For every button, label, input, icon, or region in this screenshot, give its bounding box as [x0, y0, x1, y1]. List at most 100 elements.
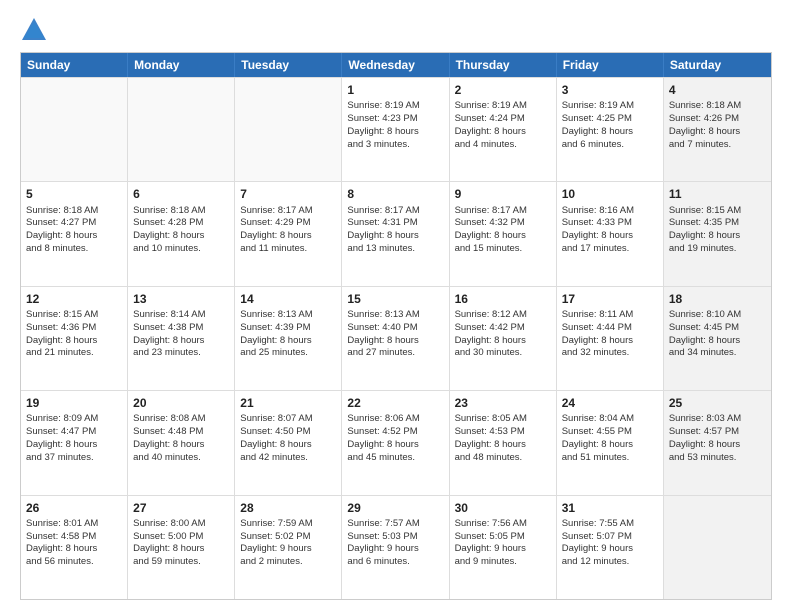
calendar-cell-day-21: 21Sunrise: 8:07 AMSunset: 4:50 PMDayligh…: [235, 391, 342, 494]
cell-info-line: Sunrise: 7:59 AM: [240, 518, 336, 531]
cell-info-line: Daylight: 8 hours: [562, 439, 658, 452]
cell-info-line: Daylight: 8 hours: [26, 439, 122, 452]
calendar: SundayMondayTuesdayWednesdayThursdayFrid…: [20, 52, 772, 600]
calendar-cell-day-23: 23Sunrise: 8:05 AMSunset: 4:53 PMDayligh…: [450, 391, 557, 494]
cell-info-line: and 12 minutes.: [562, 556, 658, 569]
cell-info-line: Daylight: 8 hours: [455, 126, 551, 139]
weekday-header-sunday: Sunday: [21, 53, 128, 77]
cell-info-line: Sunrise: 8:08 AM: [133, 413, 229, 426]
cell-info-line: Sunrise: 8:11 AM: [562, 309, 658, 322]
cell-info-line: Sunrise: 8:17 AM: [455, 205, 551, 218]
cell-info-line: and 37 minutes.: [26, 452, 122, 465]
calendar-cell-day-4: 4Sunrise: 8:18 AMSunset: 4:26 PMDaylight…: [664, 78, 771, 181]
cell-info-line: Sunset: 4:38 PM: [133, 322, 229, 335]
calendar-cell-day-20: 20Sunrise: 8:08 AMSunset: 4:48 PMDayligh…: [128, 391, 235, 494]
cell-info-line: and 13 minutes.: [347, 243, 443, 256]
cell-info-line: Sunrise: 8:10 AM: [669, 309, 766, 322]
calendar-cell-day-29: 29Sunrise: 7:57 AMSunset: 5:03 PMDayligh…: [342, 496, 449, 599]
cell-info-line: and 48 minutes.: [455, 452, 551, 465]
cell-info-line: and 6 minutes.: [562, 139, 658, 152]
cell-info-line: Sunset: 4:57 PM: [669, 426, 766, 439]
day-number: 27: [133, 500, 229, 516]
cell-info-line: Sunrise: 8:15 AM: [26, 309, 122, 322]
day-number: 10: [562, 186, 658, 202]
cell-info-line: Sunset: 5:05 PM: [455, 531, 551, 544]
calendar-cell-day-17: 17Sunrise: 8:11 AMSunset: 4:44 PMDayligh…: [557, 287, 664, 390]
cell-info-line: Sunset: 4:47 PM: [26, 426, 122, 439]
weekday-header-wednesday: Wednesday: [342, 53, 449, 77]
cell-info-line: Sunset: 4:39 PM: [240, 322, 336, 335]
cell-info-line: and 25 minutes.: [240, 347, 336, 360]
cell-info-line: Sunset: 4:29 PM: [240, 217, 336, 230]
cell-info-line: and 34 minutes.: [669, 347, 766, 360]
day-number: 5: [26, 186, 122, 202]
calendar-cell-day-30: 30Sunrise: 7:56 AMSunset: 5:05 PMDayligh…: [450, 496, 557, 599]
cell-info-line: Daylight: 8 hours: [26, 230, 122, 243]
calendar-cell-day-22: 22Sunrise: 8:06 AMSunset: 4:52 PMDayligh…: [342, 391, 449, 494]
calendar-cell-day-13: 13Sunrise: 8:14 AMSunset: 4:38 PMDayligh…: [128, 287, 235, 390]
cell-info-line: Sunrise: 8:05 AM: [455, 413, 551, 426]
cell-info-line: Sunrise: 8:16 AM: [562, 205, 658, 218]
cell-info-line: and 19 minutes.: [669, 243, 766, 256]
cell-info-line: Daylight: 8 hours: [669, 439, 766, 452]
day-number: 30: [455, 500, 551, 516]
calendar-cell-day-26: 26Sunrise: 8:01 AMSunset: 4:58 PMDayligh…: [21, 496, 128, 599]
day-number: 24: [562, 395, 658, 411]
cell-info-line: Sunrise: 8:18 AM: [133, 205, 229, 218]
day-number: 12: [26, 291, 122, 307]
cell-info-line: Sunset: 4:42 PM: [455, 322, 551, 335]
cell-info-line: Daylight: 8 hours: [26, 335, 122, 348]
cell-info-line: Daylight: 8 hours: [562, 230, 658, 243]
cell-info-line: Sunset: 4:40 PM: [347, 322, 443, 335]
calendar-cell-empty: [128, 78, 235, 181]
day-number: 31: [562, 500, 658, 516]
cell-info-line: Daylight: 8 hours: [347, 439, 443, 452]
day-number: 29: [347, 500, 443, 516]
cell-info-line: and 56 minutes.: [26, 556, 122, 569]
cell-info-line: Sunset: 5:07 PM: [562, 531, 658, 544]
cell-info-line: Sunrise: 7:57 AM: [347, 518, 443, 531]
day-number: 16: [455, 291, 551, 307]
logo-icon: [20, 16, 48, 44]
day-number: 18: [669, 291, 766, 307]
calendar-cell-empty: [664, 496, 771, 599]
cell-info-line: and 2 minutes.: [240, 556, 336, 569]
cell-info-line: Daylight: 9 hours: [562, 543, 658, 556]
day-number: 8: [347, 186, 443, 202]
day-number: 19: [26, 395, 122, 411]
cell-info-line: and 4 minutes.: [455, 139, 551, 152]
cell-info-line: Daylight: 8 hours: [133, 543, 229, 556]
cell-info-line: Sunset: 4:25 PM: [562, 113, 658, 126]
cell-info-line: Sunset: 4:50 PM: [240, 426, 336, 439]
cell-info-line: Sunrise: 8:17 AM: [240, 205, 336, 218]
cell-info-line: Sunrise: 8:03 AM: [669, 413, 766, 426]
cell-info-line: Daylight: 9 hours: [240, 543, 336, 556]
cell-info-line: Sunset: 5:03 PM: [347, 531, 443, 544]
cell-info-line: and 23 minutes.: [133, 347, 229, 360]
cell-info-line: Sunset: 4:58 PM: [26, 531, 122, 544]
cell-info-line: Sunset: 5:02 PM: [240, 531, 336, 544]
day-number: 28: [240, 500, 336, 516]
cell-info-line: Daylight: 8 hours: [562, 335, 658, 348]
calendar-cell-day-3: 3Sunrise: 8:19 AMSunset: 4:25 PMDaylight…: [557, 78, 664, 181]
cell-info-line: Sunset: 4:33 PM: [562, 217, 658, 230]
calendar-row-2: 12Sunrise: 8:15 AMSunset: 4:36 PMDayligh…: [21, 286, 771, 390]
cell-info-line: Sunset: 4:23 PM: [347, 113, 443, 126]
cell-info-line: and 40 minutes.: [133, 452, 229, 465]
day-number: 25: [669, 395, 766, 411]
cell-info-line: Daylight: 8 hours: [455, 335, 551, 348]
calendar-cell-day-24: 24Sunrise: 8:04 AMSunset: 4:55 PMDayligh…: [557, 391, 664, 494]
calendar-cell-day-10: 10 Sunrise: 8:16 AMSunset: 4:33 PMDayligh…: [557, 182, 664, 285]
cell-info-line: Daylight: 8 hours: [669, 335, 766, 348]
page: SundayMondayTuesdayWednesdayThursdayFrid…: [0, 0, 792, 612]
day-number: 22: [347, 395, 443, 411]
calendar-row-3: 19Sunrise: 8:09 AMSunset: 4:47 PMDayligh…: [21, 390, 771, 494]
cell-info-line: Sunrise: 8:18 AM: [26, 205, 122, 218]
calendar-cell-empty: [21, 78, 128, 181]
day-number: 9: [455, 186, 551, 202]
cell-info-line: Sunrise: 8:15 AM: [669, 205, 766, 218]
cell-info-line: Daylight: 8 hours: [669, 126, 766, 139]
cell-info-line: and 15 minutes.: [455, 243, 551, 256]
calendar-cell-day-19: 19Sunrise: 8:09 AMSunset: 4:47 PMDayligh…: [21, 391, 128, 494]
cell-info-line: Sunset: 4:32 PM: [455, 217, 551, 230]
